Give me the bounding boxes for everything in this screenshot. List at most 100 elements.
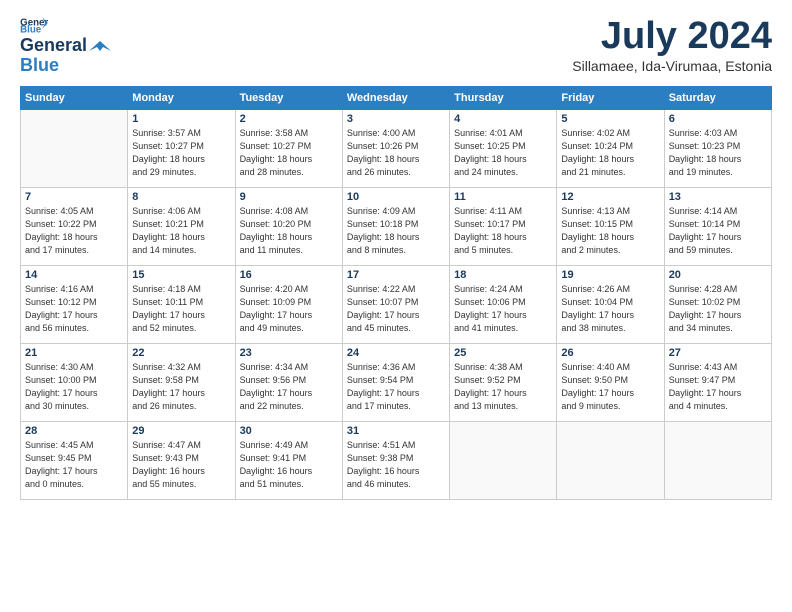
day-number: 18: [454, 269, 552, 281]
day-info: Sunrise: 4:43 AM Sunset: 9:47 PM Dayligh…: [669, 361, 767, 413]
location: Sillamaee, Ida-Virumaa, Estonia: [572, 58, 772, 74]
calendar-cell: 24 Sunrise: 4:36 AM Sunset: 9:54 PM Dayli…: [342, 343, 449, 421]
calendar-cell: 31 Sunrise: 4:51 AM Sunset: 9:38 PM Dayli…: [342, 421, 449, 499]
day-info: Sunrise: 4:45 AM Sunset: 9:45 PM Dayligh…: [25, 439, 123, 491]
calendar-cell: 23 Sunrise: 4:34 AM Sunset: 9:56 PM Dayli…: [235, 343, 342, 421]
calendar-cell: 10 Sunrise: 4:09 AM Sunset: 10:18 PM Dayl…: [342, 187, 449, 265]
logo: General Blue General Blue: [20, 16, 113, 76]
week-row-4: 28 Sunrise: 4:45 AM Sunset: 9:45 PM Dayli…: [21, 421, 772, 499]
calendar-table: SundayMondayTuesdayWednesdayThursdayFrid…: [20, 86, 772, 500]
calendar-cell: 22 Sunrise: 4:32 AM Sunset: 9:58 PM Dayli…: [128, 343, 235, 421]
day-info: Sunrise: 4:18 AM Sunset: 10:11 PM Daylig…: [132, 283, 230, 335]
calendar-cell: 20 Sunrise: 4:28 AM Sunset: 10:02 PM Dayl…: [664, 265, 771, 343]
day-info: Sunrise: 4:14 AM Sunset: 10:14 PM Daylig…: [669, 205, 767, 257]
calendar-cell: 29 Sunrise: 4:47 AM Sunset: 9:43 PM Dayli…: [128, 421, 235, 499]
day-info: Sunrise: 4:03 AM Sunset: 10:23 PM Daylig…: [669, 127, 767, 179]
day-info: Sunrise: 4:11 AM Sunset: 10:17 PM Daylig…: [454, 205, 552, 257]
day-info: Sunrise: 4:13 AM Sunset: 10:15 PM Daylig…: [561, 205, 659, 257]
calendar-cell: 5Sunrise: 4:02 AM Sunset: 10:24 PM Dayli…: [557, 109, 664, 187]
day-number: 9: [240, 191, 338, 203]
calendar-cell: 30Sunrise: 4:49 AM Sunset: 9:41 PM Dayli…: [235, 421, 342, 499]
calendar-cell: 7 Sunrise: 4:05 AM Sunset: 10:22 PM Dayli…: [21, 187, 128, 265]
week-row-2: 14Sunrise: 4:16 AM Sunset: 10:12 PM Dayl…: [21, 265, 772, 343]
day-number: 25: [454, 347, 552, 359]
calendar-cell: [450, 421, 557, 499]
month-title: July 2024: [572, 16, 772, 58]
calendar-cell: 19 Sunrise: 4:26 AM Sunset: 10:04 PM Dayl…: [557, 265, 664, 343]
day-info: Sunrise: 4:30 AM Sunset: 10:00 PM Daylig…: [25, 361, 123, 413]
header: General Blue General Blue July 2024 Sill…: [20, 16, 772, 76]
day-number: 12: [561, 191, 659, 203]
weekday-header-thursday: Thursday: [450, 86, 557, 109]
day-number: 23: [240, 347, 338, 359]
day-number: 27: [669, 347, 767, 359]
day-number: 1: [132, 113, 230, 125]
weekday-header-friday: Friday: [557, 86, 664, 109]
calendar-cell: 1 Sunrise: 3:57 AM Sunset: 10:27 PM Dayli…: [128, 109, 235, 187]
day-number: 10: [347, 191, 445, 203]
page: General Blue General Blue July 2024 Sill…: [0, 0, 792, 512]
calendar-cell: 6 Sunrise: 4:03 AM Sunset: 10:23 PM Dayli…: [664, 109, 771, 187]
day-info: Sunrise: 4:20 AM Sunset: 10:09 PM Daylig…: [240, 283, 338, 335]
day-number: 7: [25, 191, 123, 203]
day-number: 6: [669, 113, 767, 125]
weekday-header-wednesday: Wednesday: [342, 86, 449, 109]
logo-general: General: [20, 36, 87, 56]
day-info: Sunrise: 4:08 AM Sunset: 10:20 PM Daylig…: [240, 205, 338, 257]
day-info: Sunrise: 3:57 AM Sunset: 10:27 PM Daylig…: [132, 127, 230, 179]
logo-icon: General Blue: [20, 16, 48, 34]
calendar-cell: [557, 421, 664, 499]
day-info: Sunrise: 4:24 AM Sunset: 10:06 PM Daylig…: [454, 283, 552, 335]
day-info: Sunrise: 4:38 AM Sunset: 9:52 PM Dayligh…: [454, 361, 552, 413]
weekday-header-tuesday: Tuesday: [235, 86, 342, 109]
calendar-cell: 25 Sunrise: 4:38 AM Sunset: 9:52 PM Dayli…: [450, 343, 557, 421]
day-info: Sunrise: 4:22 AM Sunset: 10:07 PM Daylig…: [347, 283, 445, 335]
weekday-header-saturday: Saturday: [664, 86, 771, 109]
day-number: 31: [347, 425, 445, 437]
day-info: Sunrise: 4:09 AM Sunset: 10:18 PM Daylig…: [347, 205, 445, 257]
calendar-cell: 17Sunrise: 4:22 AM Sunset: 10:07 PM Dayl…: [342, 265, 449, 343]
day-number: 24: [347, 347, 445, 359]
day-info: Sunrise: 4:28 AM Sunset: 10:02 PM Daylig…: [669, 283, 767, 335]
calendar-cell: 13 Sunrise: 4:14 AM Sunset: 10:14 PM Dayl…: [664, 187, 771, 265]
day-number: 30: [240, 425, 338, 437]
calendar-cell: 3Sunrise: 4:00 AM Sunset: 10:26 PM Dayli…: [342, 109, 449, 187]
day-number: 15: [132, 269, 230, 281]
calendar-cell: 18 Sunrise: 4:24 AM Sunset: 10:06 PM Dayl…: [450, 265, 557, 343]
day-number: 5: [561, 113, 659, 125]
calendar-cell: 27 Sunrise: 4:43 AM Sunset: 9:47 PM Dayli…: [664, 343, 771, 421]
calendar-cell: 11 Sunrise: 4:11 AM Sunset: 10:17 PM Dayl…: [450, 187, 557, 265]
day-number: 8: [132, 191, 230, 203]
day-info: Sunrise: 4:36 AM Sunset: 9:54 PM Dayligh…: [347, 361, 445, 413]
title-block: July 2024 Sillamaee, Ida-Virumaa, Estoni…: [572, 16, 772, 74]
day-info: Sunrise: 4:47 AM Sunset: 9:43 PM Dayligh…: [132, 439, 230, 491]
day-number: 20: [669, 269, 767, 281]
day-info: Sunrise: 4:05 AM Sunset: 10:22 PM Daylig…: [25, 205, 123, 257]
day-info: Sunrise: 4:26 AM Sunset: 10:04 PM Daylig…: [561, 283, 659, 335]
day-number: 22: [132, 347, 230, 359]
calendar-cell: 4Sunrise: 4:01 AM Sunset: 10:25 PM Dayli…: [450, 109, 557, 187]
day-number: 19: [561, 269, 659, 281]
day-info: Sunrise: 4:34 AM Sunset: 9:56 PM Dayligh…: [240, 361, 338, 413]
week-row-3: 21Sunrise: 4:30 AM Sunset: 10:00 PM Dayl…: [21, 343, 772, 421]
day-number: 28: [25, 425, 123, 437]
calendar-cell: 12 Sunrise: 4:13 AM Sunset: 10:15 PM Dayl…: [557, 187, 664, 265]
day-info: Sunrise: 4:01 AM Sunset: 10:25 PM Daylig…: [454, 127, 552, 179]
week-row-1: 7 Sunrise: 4:05 AM Sunset: 10:22 PM Dayli…: [21, 187, 772, 265]
calendar-cell: [664, 421, 771, 499]
calendar-cell: 26Sunrise: 4:40 AM Sunset: 9:50 PM Dayli…: [557, 343, 664, 421]
day-info: Sunrise: 4:51 AM Sunset: 9:38 PM Dayligh…: [347, 439, 445, 491]
calendar-cell: 9 Sunrise: 4:08 AM Sunset: 10:20 PM Dayli…: [235, 187, 342, 265]
day-number: 26: [561, 347, 659, 359]
day-info: Sunrise: 4:32 AM Sunset: 9:58 PM Dayligh…: [132, 361, 230, 413]
weekday-header-sunday: Sunday: [21, 86, 128, 109]
day-number: 14: [25, 269, 123, 281]
calendar-cell: 8Sunrise: 4:06 AM Sunset: 10:21 PM Dayli…: [128, 187, 235, 265]
day-info: Sunrise: 4:00 AM Sunset: 10:26 PM Daylig…: [347, 127, 445, 179]
calendar-cell: 28 Sunrise: 4:45 AM Sunset: 9:45 PM Dayli…: [21, 421, 128, 499]
calendar-cell: 21Sunrise: 4:30 AM Sunset: 10:00 PM Dayl…: [21, 343, 128, 421]
day-number: 29: [132, 425, 230, 437]
day-number: 13: [669, 191, 767, 203]
day-number: 11: [454, 191, 552, 203]
calendar-cell: 14Sunrise: 4:16 AM Sunset: 10:12 PM Dayl…: [21, 265, 128, 343]
